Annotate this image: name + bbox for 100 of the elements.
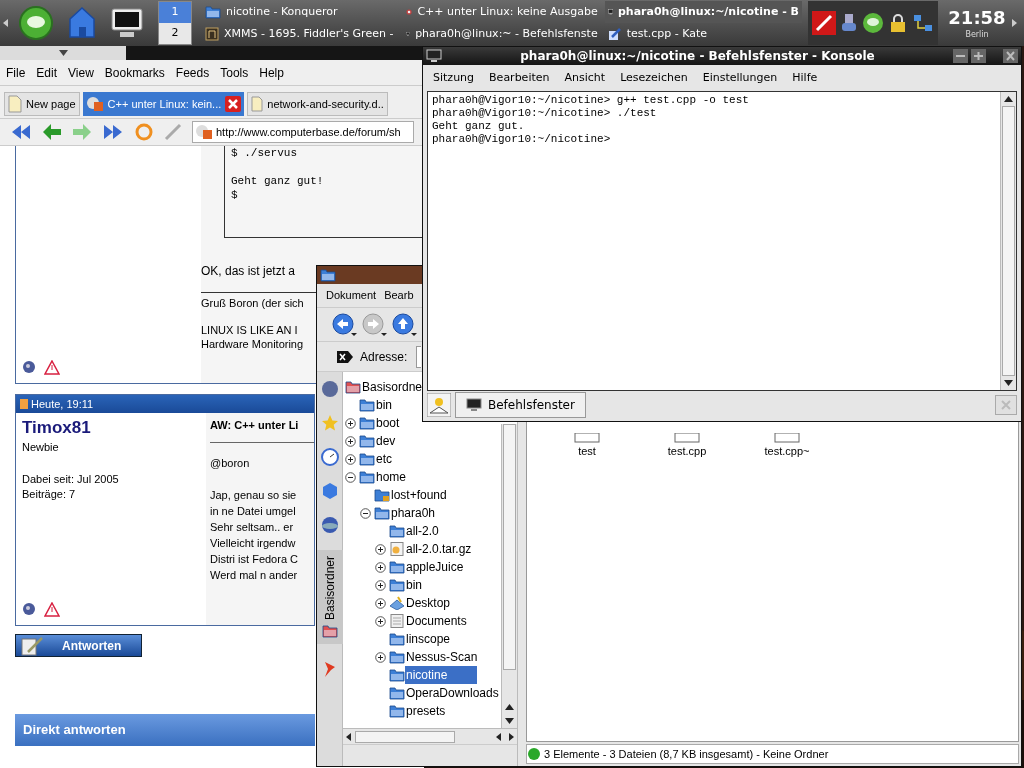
menu-item[interactable]: Bearbeiten	[489, 69, 550, 87]
star-icon[interactable]	[320, 414, 339, 432]
menu-item[interactable]: Sitzung	[433, 69, 475, 87]
task-button[interactable]: C++ unter Linux: keine Ausgabe	[403, 1, 601, 23]
warning-icon[interactable]	[44, 360, 60, 375]
home-icon[interactable]	[66, 5, 98, 41]
expand-icon[interactable]	[375, 651, 386, 663]
terminal-icon[interactable]	[110, 7, 144, 39]
collapse-icon[interactable]	[360, 507, 371, 519]
close-icon[interactable]	[225, 96, 242, 112]
menu-item[interactable]: Bookmarks	[104, 63, 165, 82]
expand-icon[interactable]	[345, 453, 356, 465]
file-name[interactable]: test.cpp	[667, 443, 707, 460]
gecko-logo-icon[interactable]	[18, 5, 54, 41]
menu-item[interactable]: Edit	[36, 63, 58, 82]
tree-item[interactable]: all-2.0	[405, 522, 440, 540]
tree-item[interactable]: home	[375, 468, 408, 486]
maximize-icon[interactable]	[971, 49, 986, 63]
menu-item[interactable]: Dokument	[326, 287, 377, 304]
tree-item[interactable]: phara0h	[390, 504, 437, 522]
clock-icon[interactable]	[320, 448, 339, 466]
no-connection-icon[interactable]	[812, 11, 836, 35]
browser-tab[interactable]: network-and-security.d..	[247, 92, 388, 116]
tree-item[interactable]: Nessus-Scan	[405, 648, 479, 666]
clock[interactable]: 21:58	[948, 6, 1006, 30]
expand-icon[interactable]	[375, 543, 386, 555]
address-field[interactable]: http://www.computerbase.de/forum/sh	[192, 121, 414, 143]
menu-item[interactable]: Help	[259, 63, 284, 82]
menu-item[interactable]: View	[68, 63, 94, 82]
browser-tab[interactable]: New page	[4, 92, 80, 116]
expand-icon[interactable]	[375, 561, 386, 573]
tree-item[interactable]: Documents	[405, 612, 468, 630]
tree-item[interactable]: appleJuice	[405, 558, 465, 576]
vertical-scrollbar[interactable]	[501, 424, 517, 728]
task-button[interactable]: nicotine - Konqueror	[202, 1, 400, 23]
rewind-icon[interactable]	[10, 123, 32, 141]
menu-item[interactable]: Einstellungen	[702, 69, 778, 87]
tree-item[interactable]: bin	[375, 396, 393, 414]
menu-item[interactable]: Tools	[220, 63, 249, 82]
folder-icon	[321, 624, 338, 639]
menu-item[interactable]: File	[6, 63, 26, 82]
code-line: Geht ganz gut!	[231, 174, 325, 188]
tree-item[interactable]: etc	[375, 450, 393, 468]
address-field[interactable]	[416, 345, 421, 368]
gecko-icon[interactable]	[862, 12, 884, 34]
menu-item[interactable]: Bearb	[384, 287, 414, 304]
tree-item[interactable]: linscope	[405, 630, 452, 648]
up-arrow-icon[interactable]	[392, 312, 418, 337]
reply-button[interactable]: Antworten	[15, 634, 142, 657]
network-icon[interactable]	[912, 12, 934, 34]
new-session-icon[interactable]	[427, 393, 451, 417]
plug-icon[interactable]	[840, 12, 858, 34]
panel-handle[interactable]	[0, 46, 126, 60]
file-name[interactable]: test	[578, 443, 596, 460]
status-dot-icon	[22, 602, 36, 616]
back-arrow-icon[interactable]	[332, 312, 358, 337]
vertical-scrollbar[interactable]	[1000, 92, 1016, 390]
tree-item[interactable]: all-2.0.tar.gz	[405, 540, 473, 558]
menu-item[interactable]: Feeds	[175, 63, 210, 82]
tree-item[interactable]: presets	[405, 702, 447, 720]
expand-icon[interactable]	[375, 597, 386, 609]
minimize-icon[interactable]	[953, 49, 968, 63]
caret-icon	[58, 50, 68, 56]
tree-item[interactable]: nicotine	[405, 666, 478, 684]
section-title: Direkt antworten	[23, 721, 126, 740]
folder-icon	[374, 506, 390, 520]
tree-item[interactable]: lost+found	[390, 486, 448, 504]
desktop-switch[interactable]: 1	[159, 2, 191, 23]
tree-item[interactable]: dev	[375, 432, 397, 450]
close-icon[interactable]	[1003, 49, 1018, 63]
clear-field-icon[interactable]	[336, 349, 354, 364]
lock-icon[interactable]	[888, 13, 908, 33]
expand-icon[interactable]	[375, 579, 386, 591]
terminal-line: phara0h@Vigor10:~/nicotine> ./test	[432, 107, 658, 120]
tree-item[interactable]: Desktop	[405, 594, 452, 612]
menu-item[interactable]: Hilfe	[792, 69, 818, 87]
timezone-label: Berlin	[965, 30, 989, 40]
tree-item[interactable]: OperaDownloads	[405, 684, 500, 702]
collapse-icon[interactable]	[345, 471, 356, 483]
desktop-switch[interactable]: 2	[159, 23, 191, 44]
author-name[interactable]: Timox81	[22, 417, 200, 439]
browser-tab[interactable]: C++ unter Linux: kein...	[82, 92, 245, 116]
tree-item[interactable]: bin	[405, 576, 423, 594]
menu-item[interactable]: Ansicht	[564, 69, 606, 87]
expand-icon[interactable]	[345, 417, 356, 429]
task-button[interactable]: test.cpp - Kate	[604, 23, 802, 45]
warning-icon[interactable]	[44, 602, 60, 617]
expand-icon[interactable]	[345, 435, 356, 447]
menu-item[interactable]: Lesezeichen	[620, 69, 688, 87]
task-button[interactable]: phara0h@linux:~ - Befehlsfenste	[403, 23, 601, 45]
session-tab[interactable]: Befehlsfenster	[455, 392, 586, 418]
fast-forward-icon[interactable]	[102, 123, 124, 141]
task-button[interactable]: XMMS - 1695. Fiddler's Green -	[202, 23, 400, 45]
file-name[interactable]: test.cpp~	[764, 443, 810, 460]
post-text: @boron	[210, 455, 251, 471]
tree-item[interactable]: boot	[375, 414, 401, 432]
tree-item[interactable]: Basisordne	[361, 378, 424, 396]
horizontal-scrollbar[interactable]	[343, 728, 517, 744]
expand-icon[interactable]	[375, 615, 386, 627]
cube-icon[interactable]	[320, 482, 339, 500]
